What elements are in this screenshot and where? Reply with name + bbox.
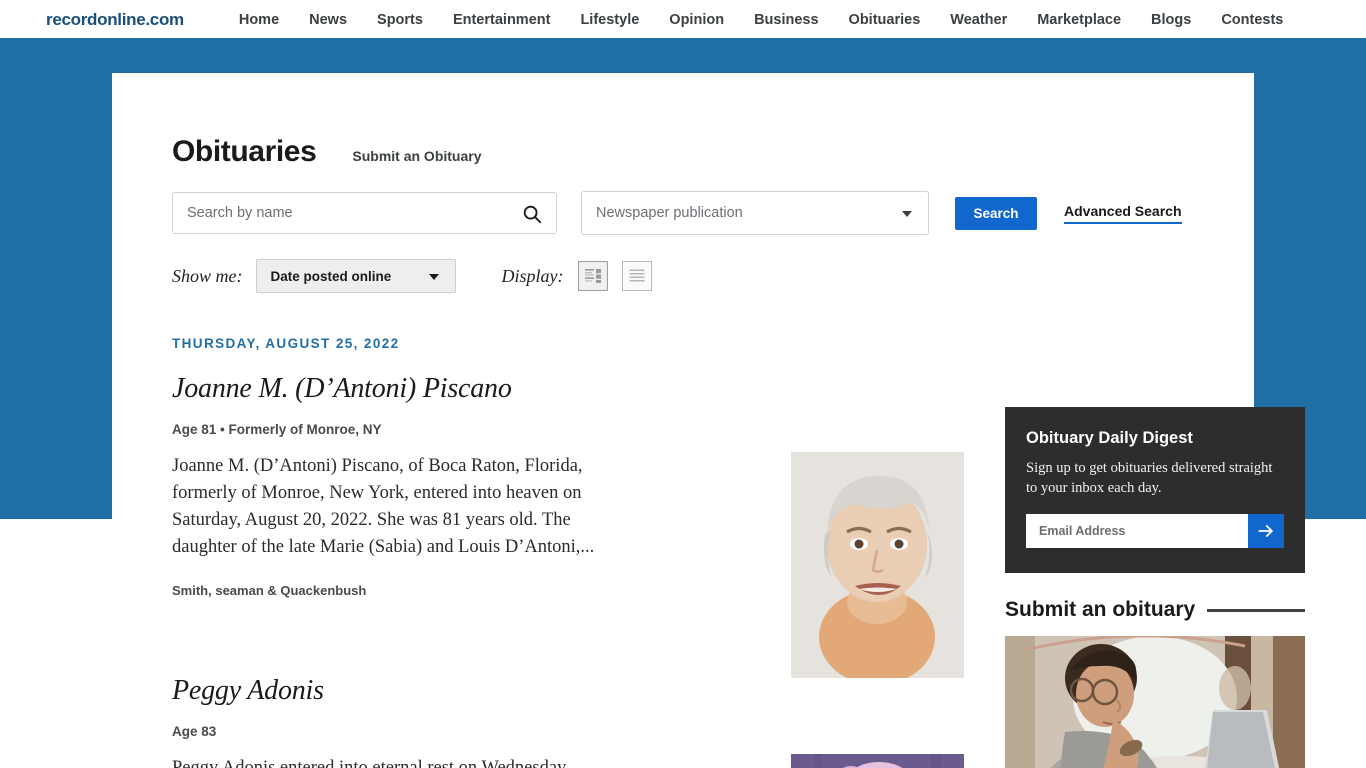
nav-item-marketplace[interactable]: Marketplace xyxy=(1037,12,1121,28)
chevron-down-icon xyxy=(428,274,439,280)
page-title: Obituaries xyxy=(172,135,317,168)
show-me-select[interactable]: Date posted online xyxy=(255,259,456,293)
search-button[interactable]: Search xyxy=(955,196,1037,230)
obituary-photo[interactable] xyxy=(791,452,964,678)
nav-item-sports[interactable]: Sports xyxy=(377,12,423,28)
obituary-excerpt: Joanne M. (D’Antoni) Piscano, of Boca Ra… xyxy=(172,456,595,557)
digest-title: Obituary Daily Digest xyxy=(1026,429,1193,447)
submit-obituary-link[interactable]: Submit an Obituary xyxy=(352,148,481,164)
show-me-label: Show me: xyxy=(172,265,243,286)
site-logo[interactable]: recordonline.com xyxy=(46,10,184,30)
nav-item-entertainment[interactable]: Entertainment xyxy=(453,12,551,28)
listing-date-heading: THURSDAY, AUGUST 25, 2022 xyxy=(172,336,400,351)
nav-item-blogs[interactable]: Blogs xyxy=(1151,12,1191,28)
arrow-right-icon xyxy=(1258,525,1273,537)
obituary-name-link[interactable]: Joanne M. (D’Antoni) Piscano xyxy=(172,373,512,404)
plain-list-icon xyxy=(629,269,644,282)
publication-select-value: Newspaper publication xyxy=(596,205,743,221)
obituaries-page: recordonline.com Home News Sports Entert… xyxy=(0,0,1366,768)
content-panel: Obituaries Submit an Obituary Newspaper … xyxy=(112,73,1305,768)
view-toggle-list[interactable] xyxy=(621,261,652,291)
advanced-search-link[interactable]: Advanced Search xyxy=(1064,203,1182,224)
nav-item-opinion[interactable]: Opinion xyxy=(669,12,724,28)
view-toggle-grid[interactable] xyxy=(577,261,608,291)
nav-item-weather[interactable]: Weather xyxy=(950,12,1007,28)
page-header: Obituaries Submit an Obituary xyxy=(172,135,482,169)
search-name-field[interactable] xyxy=(172,192,557,234)
submit-obituary-heading: Submit an obituary xyxy=(1005,598,1196,621)
chevron-down-icon xyxy=(902,211,912,217)
submit-obituary-image[interactable] xyxy=(1005,636,1305,768)
digest-signup-form xyxy=(1026,514,1284,548)
nav-item-home[interactable]: Home xyxy=(239,12,279,28)
nav-item-news[interactable]: News xyxy=(309,12,347,28)
site-header: recordonline.com Home News Sports Entert… xyxy=(0,0,1366,40)
nav-item-business[interactable]: Business xyxy=(754,12,818,28)
digest-description: Sign up to get obituaries delivered stra… xyxy=(1026,460,1273,496)
obituary-daily-digest-card: Obituary Daily Digest Sign up to get obi… xyxy=(1005,407,1305,573)
show-me-select-value: Date posted online xyxy=(270,268,392,284)
obituary-meta: Age 83 xyxy=(172,724,217,739)
obituary-excerpt: Peggy Adonis entered into eternal rest o… xyxy=(172,758,567,768)
search-controls: Newspaper publication Search Advanced Se… xyxy=(172,191,1182,235)
main-navigation: Home News Sports Entertainment Lifestyle… xyxy=(224,12,1299,28)
publication-select[interactable]: Newspaper publication xyxy=(581,191,929,235)
obituary-entry: Joanne M. (D’Antoni) Piscano Age 81 • Fo… xyxy=(172,373,792,598)
display-label: Display: xyxy=(501,265,564,286)
nav-item-obituaries[interactable]: Obituaries xyxy=(849,12,921,28)
search-input[interactable] xyxy=(173,193,513,233)
obituary-name-link[interactable]: Peggy Adonis xyxy=(172,675,324,706)
search-icon[interactable] xyxy=(521,203,543,225)
obituary-photo[interactable] xyxy=(791,754,964,768)
nav-item-lifestyle[interactable]: Lifestyle xyxy=(580,12,639,28)
digest-submit-button[interactable] xyxy=(1248,514,1284,548)
list-with-thumbnails-icon xyxy=(584,269,601,283)
heading-rule xyxy=(1207,608,1305,612)
obituary-funeral-home: Smith, seaman & Quackenbush xyxy=(172,583,367,598)
obituary-entry: Peggy Adonis Age 83 Peggy Adonis entered… xyxy=(172,675,792,768)
filter-controls: Show me: Date posted online Display: xyxy=(172,259,652,293)
obituary-meta: Age 81 • Formerly of Monroe, NY xyxy=(172,422,382,437)
nav-item-contests[interactable]: Contests xyxy=(1221,12,1283,28)
submit-obituary-section-header: Submit an obituary xyxy=(1005,598,1305,622)
email-field[interactable] xyxy=(1026,514,1248,548)
